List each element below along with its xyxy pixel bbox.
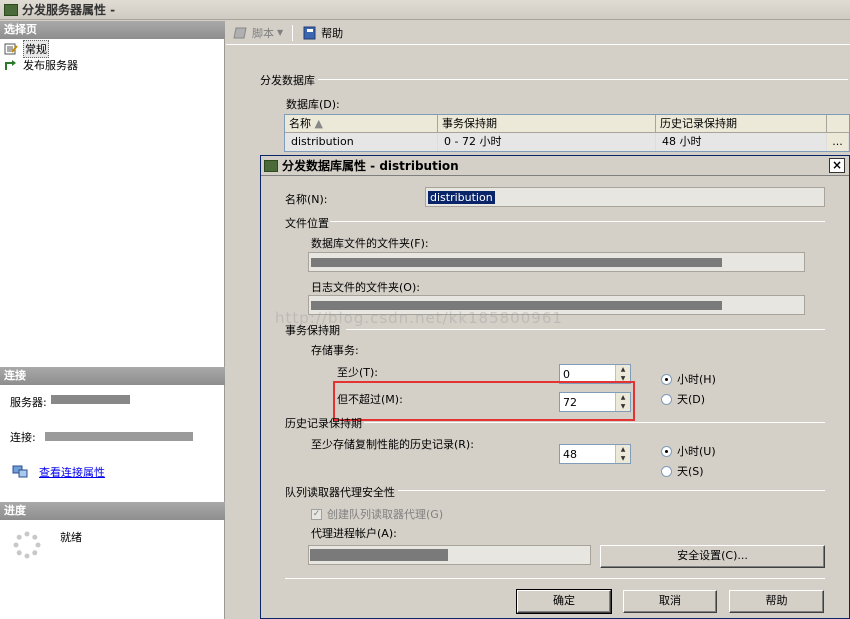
window-title-bar: 分发服务器属性 - — [0, 0, 850, 20]
history-days-radio[interactable]: 天(S) — [661, 463, 704, 479]
properties-icon — [4, 43, 18, 55]
script-label: 脚本 — [252, 26, 274, 40]
annotation-highlight-box — [333, 381, 635, 421]
table-row[interactable]: distribution 0 - 72 小时 48 小时 ... — [285, 133, 849, 151]
page-item-label: 常规 — [23, 40, 49, 58]
arrow-page-icon — [5, 60, 16, 70]
log-folder-label: 日志文件的文件夹(O): — [311, 281, 420, 294]
dialog-title-bar: 分发数据库属性 - distribution × — [261, 156, 849, 176]
script-icon — [233, 27, 247, 38]
toolbar-separator — [292, 24, 294, 41]
toolbar: 脚本 ▼ 帮助 — [226, 21, 850, 45]
connection-properties-icon — [12, 465, 28, 478]
ok-button[interactable]: 确定 — [516, 589, 612, 614]
create-queue-agent-label: 创建队列读取器代理(G) — [327, 508, 444, 521]
spin-up-icon[interactable]: ▲ — [616, 445, 630, 454]
history-value: 48 — [563, 448, 577, 461]
txn-days-radio[interactable]: 天(D) — [661, 391, 705, 407]
connection-header: 连接 — [0, 367, 225, 385]
server-label: 服务器: — [10, 396, 47, 409]
group-divider — [346, 329, 825, 330]
at-least-value: 0 — [563, 368, 570, 381]
spin-down-icon[interactable]: ▼ — [616, 454, 630, 463]
column-header-extra — [827, 115, 849, 132]
row-ellipsis-button[interactable]: ... — [827, 133, 849, 151]
cell-history: 48 小时 — [656, 133, 827, 151]
history-hours-radio[interactable]: 小时(U) — [661, 443, 716, 459]
chevron-down-icon: ▼ — [277, 28, 284, 37]
window-title: 分发服务器属性 - — [22, 3, 116, 17]
column-header-history[interactable]: 历史记录保持期 — [656, 115, 827, 132]
group-divider — [318, 79, 848, 80]
cancel-button[interactable]: 取消 — [623, 590, 717, 613]
dialog-title: 分发数据库属性 - distribution — [282, 159, 459, 173]
txn-hours-label: 小时(H) — [677, 373, 716, 386]
connection-label: 连接: — [10, 431, 36, 444]
agent-account-value-redacted — [310, 549, 448, 561]
help-book-icon — [303, 26, 316, 39]
name-label: 名称(N): — [285, 193, 328, 206]
queue-security-label: 队列读取器代理安全性 — [285, 486, 395, 499]
radio-selected-icon — [661, 373, 672, 385]
status-text: 就绪 — [60, 531, 82, 544]
group-divider — [398, 490, 825, 491]
store-txn-label: 存储事务: — [311, 344, 359, 357]
cell-name: distribution — [285, 133, 438, 151]
at-least-label: 至少(T): — [337, 366, 379, 379]
view-connection-properties-link[interactable]: 查看连接属性 — [39, 464, 105, 480]
file-location-label: 文件位置 — [285, 217, 329, 230]
radio-unselected-icon — [661, 393, 672, 405]
footer-divider — [285, 578, 825, 579]
db-folder-label: 数据库文件的文件夹(F): — [311, 237, 429, 250]
left-pane: 选择页 常规 发布服务器 连接 服务器: 连接: 查看连接属性 进度 就绪 — [0, 21, 225, 619]
history-spinner[interactable]: 48 ▲ ▼ — [559, 444, 631, 464]
db-folder-field — [308, 252, 805, 272]
history-retention-label: 历史记录保持期 — [285, 417, 362, 430]
grid-header: 名称 ▲ 事务保持期 历史记录保持期 — [285, 115, 849, 133]
app-icon — [4, 3, 18, 16]
create-queue-agent-checkbox[interactable]: ✓ 创建队列读取器代理(G) — [311, 506, 443, 522]
distrib-db-section-label: 分发数据库 — [260, 74, 315, 87]
databases-grid[interactable]: 名称 ▲ 事务保持期 历史记录保持期 distribution 0 - 72 小… — [284, 114, 850, 152]
server-value-redacted — [51, 395, 130, 404]
help-button[interactable]: 帮助 — [299, 23, 346, 43]
progress-header: 进度 — [0, 502, 225, 520]
history-hours-label: 小时(U) — [677, 445, 716, 458]
help-button[interactable]: 帮助 — [729, 590, 824, 613]
page-item-label: 发布服务器 — [23, 59, 78, 72]
history-store-label: 至少存储复制性能的历史记录(R): — [311, 438, 474, 451]
cell-txn: 0 - 72 小时 — [438, 133, 656, 151]
agent-account-label: 代理进程帐户(A): — [311, 527, 397, 540]
script-button[interactable]: 脚本 ▼ — [230, 23, 286, 43]
column-header-txn[interactable]: 事务保持期 — [438, 115, 656, 132]
sort-asc-icon: ▲ — [314, 117, 323, 130]
db-folder-value-redacted — [311, 258, 722, 267]
txn-retention-label: 事务保持期 — [285, 324, 340, 337]
history-days-label: 天(S) — [677, 465, 704, 478]
connection-value-redacted — [45, 432, 193, 441]
select-page-header: 选择页 — [0, 21, 225, 39]
txn-days-label: 天(D) — [677, 393, 706, 406]
group-divider — [330, 221, 825, 222]
spin-up-icon[interactable]: ▲ — [616, 365, 630, 374]
security-settings-button[interactable]: 安全设置(C)... — [600, 545, 825, 568]
group-divider — [364, 422, 825, 423]
page-item-publishers[interactable]: 发布服务器 — [4, 57, 78, 73]
page-item-general[interactable]: 常规 — [4, 40, 49, 58]
radio-unselected-icon — [661, 465, 672, 477]
radio-selected-icon — [661, 445, 672, 457]
txn-hours-radio[interactable]: 小时(H) — [661, 371, 716, 387]
close-icon[interactable]: × — [829, 158, 845, 173]
agent-account-field — [308, 545, 591, 565]
name-value: distribution — [428, 191, 495, 204]
databases-label: 数据库(D): — [286, 98, 340, 111]
spinner-icon — [13, 531, 41, 559]
help-label: 帮助 — [321, 26, 344, 40]
dialog-icon — [264, 159, 278, 172]
name-field: distribution — [425, 187, 825, 207]
column-header-name[interactable]: 名称 ▲ — [285, 115, 438, 132]
checkbox-checked-icon: ✓ — [311, 508, 322, 520]
